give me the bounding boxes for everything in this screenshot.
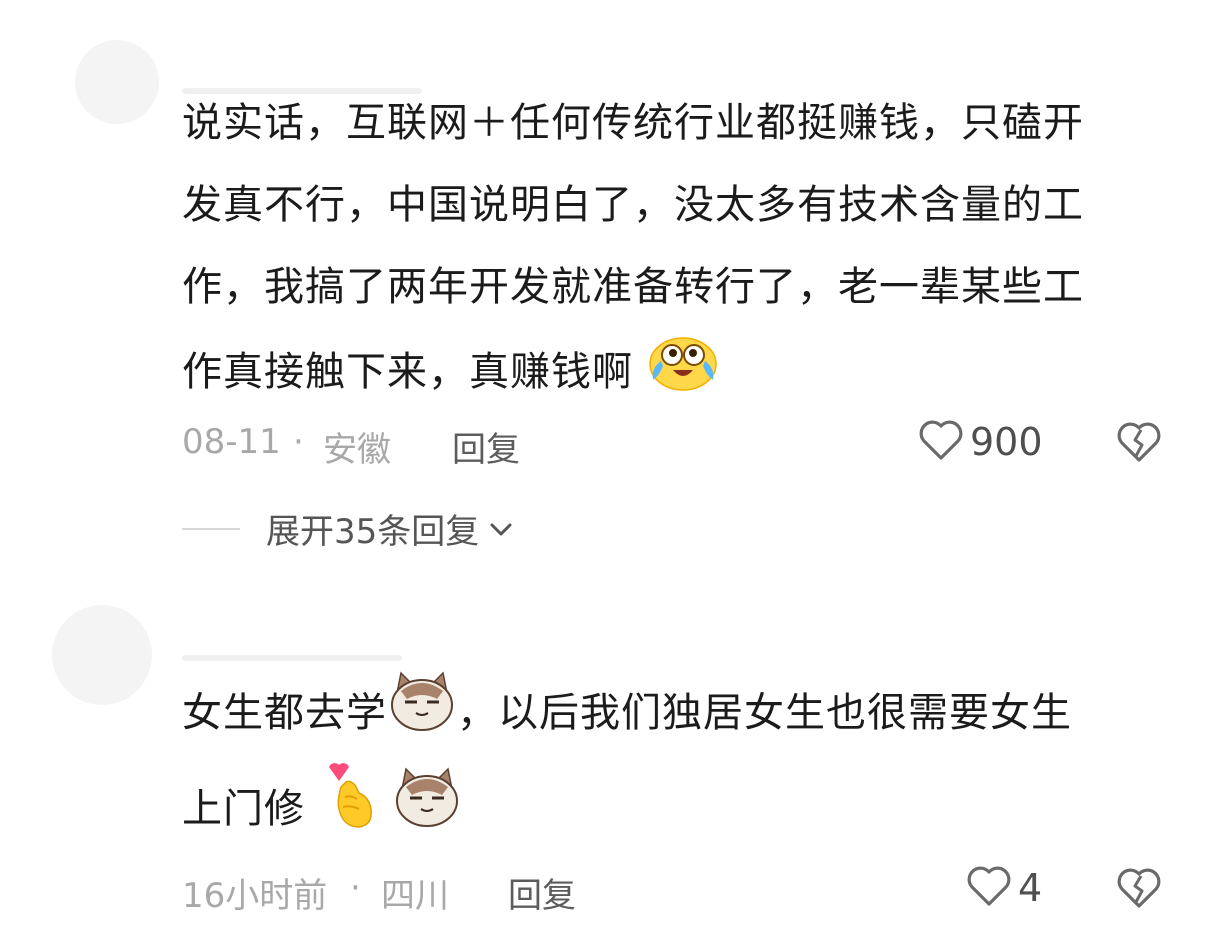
avatar[interactable] (75, 40, 159, 124)
divider (182, 527, 240, 530)
comment-line: 发真不行，中国说明白了，没太多有技术含量的工 (182, 182, 1084, 228)
dislike-button[interactable] (1116, 420, 1162, 468)
comment-location: 安徽 (323, 430, 391, 470)
dislike-button[interactable] (1116, 866, 1162, 914)
comment-text: 女生都去学 ，以后我们独居女生也很需要女生 上门修 (182, 669, 1072, 861)
finger-heart-emoji (319, 761, 379, 861)
like-button[interactable]: 4 (966, 864, 1042, 912)
meta-separator: · (293, 422, 304, 462)
comment-line: 作真接触下来，真赚钱啊 (182, 349, 633, 395)
reply-button[interactable]: 回复 (452, 422, 520, 471)
comment-line: 女生都去学 (182, 690, 387, 736)
comment-line: ，以后我们独居女生也很需要女生 (457, 690, 1072, 736)
heart-outline-icon (966, 864, 1012, 912)
meta-separator: · (350, 868, 361, 908)
smug-cat-emoji (392, 765, 462, 857)
comment-date: 08-11 (182, 422, 281, 462)
like-count: 4 (1018, 866, 1043, 910)
reply-button[interactable]: 回复 (508, 868, 576, 917)
comment-line: 作，我搞了两年开发就准备转行了，老一辈某些工 (182, 264, 1084, 310)
chevron-down-icon (487, 519, 515, 539)
broken-heart-icon (1116, 422, 1162, 468)
crying-laughing-emoji (647, 328, 719, 420)
comment-location: 四川 (381, 876, 449, 916)
username[interactable] (182, 655, 402, 661)
smug-cat-emoji (387, 669, 457, 761)
comment-text: 说实话，互联网＋任何传统行业都挺赚钱，只磕开 发真不行，中国说明白了，没太多有技… (182, 82, 1084, 420)
comment-date: 16小时前 (182, 876, 328, 916)
expand-replies-label: 展开35条回复 (266, 512, 480, 552)
broken-heart-icon (1116, 868, 1162, 914)
avatar[interactable] (52, 605, 152, 705)
comment-line: 上门修 (182, 786, 305, 832)
like-button[interactable]: 900 (918, 418, 1043, 466)
heart-outline-icon (918, 418, 964, 466)
comment-line: 说实话，互联网＋任何传统行业都挺赚钱，只磕开 (182, 100, 1084, 146)
like-count: 900 (970, 420, 1043, 464)
expand-replies[interactable]: 展开35条回复 (182, 504, 515, 553)
